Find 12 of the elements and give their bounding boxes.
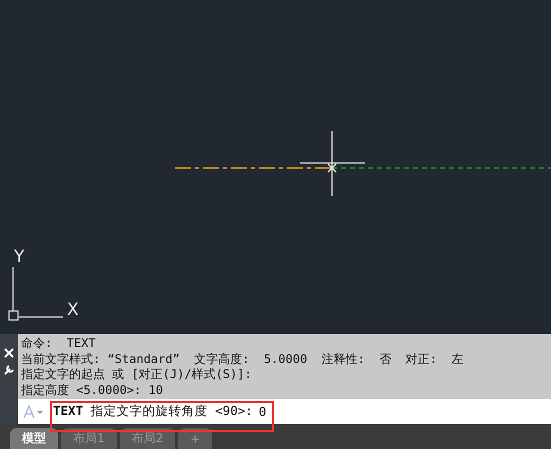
- layout-tab[interactable]: 布局1: [61, 428, 117, 449]
- command-history-line: 指定高度 <5.0000>: 10: [21, 382, 164, 398]
- layout-tab[interactable]: +: [178, 428, 212, 449]
- layout-tab[interactable]: 布局2: [120, 428, 176, 449]
- command-prompt: TEXT 指定文字的旋转角度 <90>:: [53, 403, 253, 420]
- layout-tab[interactable]: 模型: [10, 428, 58, 449]
- y-axis-label: Y: [14, 247, 24, 267]
- command-history-line: 指定文字的起点 或 [对正(J)/样式(S)]:: [21, 367, 253, 382]
- x-axis-label: X: [67, 300, 79, 320]
- command-history-line: 当前文字样式: “Standard” 文字高度: 5.0000 注释性: 否 对正: 左: [21, 352, 464, 367]
- command-history-line: 命令: TEXT: [21, 336, 97, 352]
- command-input-field[interactable]: 0: [252, 404, 279, 419]
